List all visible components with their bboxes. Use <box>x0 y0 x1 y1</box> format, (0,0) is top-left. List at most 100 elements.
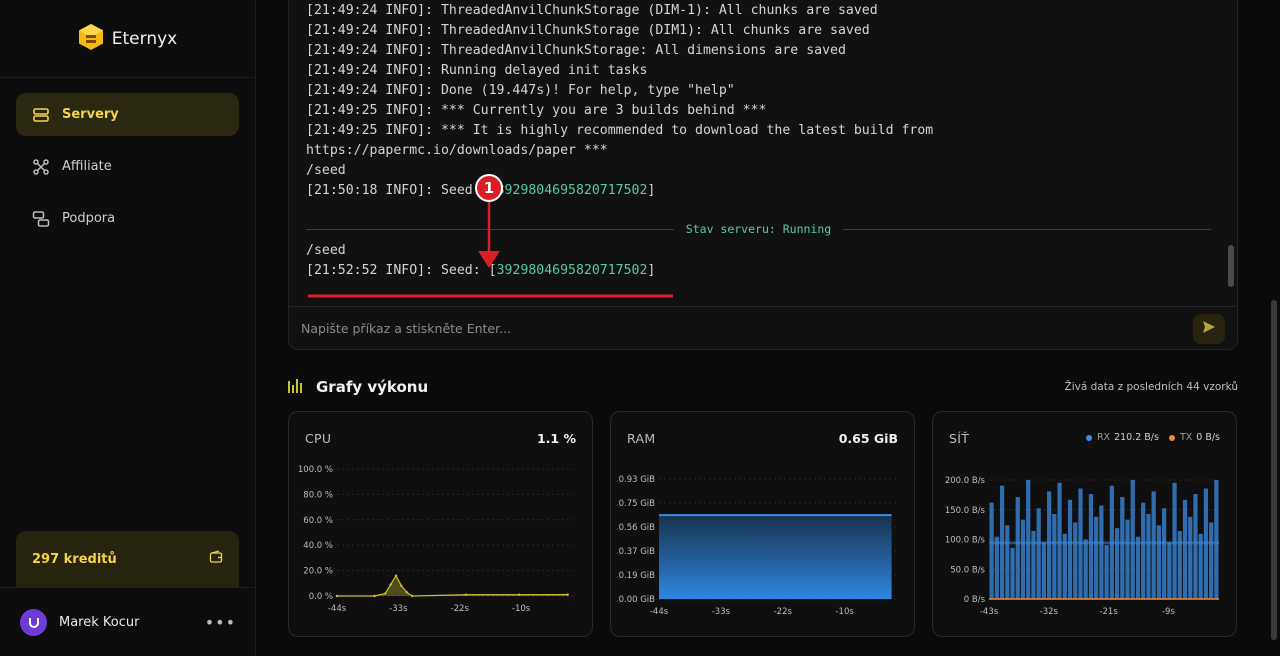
console-line-text: [21:49:24 INFO]: Done (19.447s)! For hel… <box>306 83 735 98</box>
sidebar-item-servery[interactable]: Servery <box>16 93 239 136</box>
rx-bar <box>1031 531 1036 599</box>
rx-bar <box>1162 508 1167 599</box>
net-xtick-label: -32s <box>1040 607 1059 617</box>
rx-bar <box>1135 536 1141 599</box>
cpu-ytick-label: 80.0 % <box>303 490 333 500</box>
sidebar: Eternyx Servery Affiliate Podpora 297 kr… <box>0 0 256 656</box>
console-line-text: /seed <box>306 243 346 258</box>
network-icon <box>32 158 50 176</box>
rx-bar <box>1141 502 1146 599</box>
console-line-text: [21:50:18 INFO]: Seed: [ <box>306 183 497 198</box>
console-line: [21:49:24 INFO]: Running delayed init ta… <box>306 61 1206 81</box>
app-name: Eternyx <box>111 28 178 49</box>
ram-ytick-label: 0.00 GiB <box>619 595 656 605</box>
console-line-text: /seed <box>306 163 346 178</box>
console-scrollbar[interactable] <box>1228 5 1234 301</box>
rx-bar <box>1057 482 1062 599</box>
rx-bar <box>1214 480 1219 599</box>
ram-card: RAM 0.65 GiB 0.93 GiB 0.75 GiB 0.56 GiB 0.3… <box>610 411 915 637</box>
rx-bar <box>1005 525 1010 599</box>
rx-bar <box>1167 542 1172 599</box>
cpu-point <box>410 594 414 598</box>
rx-bar <box>1120 497 1125 599</box>
cpu-point <box>400 584 403 588</box>
server-status: Stav serveru: Running <box>685 222 832 236</box>
rx-bar <box>1104 545 1109 599</box>
credits-label: 297 kreditů <box>32 551 117 567</box>
cpu-card: CPU 1.1 % 100.0 % 80.0 % 60.0 % 40.0 % 20.0 … <box>288 411 593 637</box>
rx-bar <box>1015 497 1020 599</box>
rx-bar <box>1172 482 1177 599</box>
page-scrollbar[interactable] <box>1268 0 1280 656</box>
send-icon <box>1202 319 1216 338</box>
cpu-point <box>394 574 398 577</box>
rx-bar <box>1099 505 1104 599</box>
sidebar-item-podpora[interactable]: Podpora <box>16 197 239 240</box>
rx-bar <box>1193 494 1198 599</box>
rx-bar <box>1156 525 1161 599</box>
sidebar-item-affiliate[interactable]: Affiliate <box>16 145 239 188</box>
rx-bar <box>994 536 999 599</box>
send-command-button[interactable] <box>1193 313 1225 344</box>
ram-ytick-label: 0.56 GiB <box>619 523 656 533</box>
ram-xtick-label: -22s <box>774 607 793 617</box>
net-ytick-label: 0 B/s <box>964 595 986 605</box>
rx-bar <box>1209 522 1214 599</box>
user-bar: Marek Kocur ••• <box>0 587 256 656</box>
server-console: [21:49:24 INFO]: ThreadedAnvilChunkStora… <box>288 0 1238 350</box>
sidebar-item-label: Affiliate <box>62 159 112 174</box>
rx-bar <box>1114 528 1120 599</box>
ram-area <box>659 515 892 599</box>
sidebar-item-label: Servery <box>62 107 119 122</box>
console-input-row <box>289 306 1237 350</box>
cpu-xtick-label: -22s <box>451 604 470 614</box>
cpu-point <box>384 592 387 595</box>
seed-value: 3929804695820717502 <box>496 183 648 198</box>
net-xtick-label: -9s <box>1162 607 1175 617</box>
rx-bar <box>1083 539 1088 599</box>
server-status-divider: Stav serveru: Running <box>306 221 1211 237</box>
console-line: [21:49:24 INFO]: Done (19.447s)! For hel… <box>306 81 1206 101</box>
console-line: [21:49:25 INFO]: *** It is highly recomm… <box>306 121 1206 141</box>
ram-chart: 0.93 GiB 0.75 GiB 0.56 GiB 0.37 GiB 0.19 GiB… <box>619 475 897 617</box>
net-ytick-label: 100.0 B/s <box>945 536 986 546</box>
console-line-text: [21:49:24 INFO]: ThreadedAnvilChunkStora… <box>306 23 870 38</box>
network-card: SÍŤ RX 210.2 B/s TX 0 B/s 200.0 B/s 150.0 B… <box>932 411 1237 637</box>
more-options-icon[interactable]: ••• <box>205 613 236 632</box>
console-line: [21:52:52 INFO]: Seed: [3929804695820717… <box>306 261 1206 281</box>
console-line: [21:49:24 INFO]: ThreadedAnvilChunkStora… <box>306 21 1206 41</box>
console-line-text: [21:49:24 INFO]: ThreadedAnvilChunkStora… <box>306 3 878 18</box>
console-line-text: [21:49:24 INFO]: ThreadedAnvilChunkStora… <box>306 43 846 58</box>
sidebar-nav: Servery Affiliate Podpora <box>0 78 255 240</box>
console-scroll-thumb[interactable] <box>1228 245 1234 287</box>
performance-header: Grafy výkonu Živá data z posledních 44 v… <box>288 376 1238 398</box>
main-content: [21:49:24 INFO]: ThreadedAnvilChunkStora… <box>256 0 1268 656</box>
ram-ytick-label: 0.37 GiB <box>619 547 656 557</box>
credits-box[interactable]: 297 kreditů <box>16 531 239 587</box>
rx-bar <box>1036 508 1041 599</box>
console-line: /seed <box>306 241 1206 261</box>
cpu-point <box>464 593 467 596</box>
cpu-xtick-label: -10s <box>512 604 531 614</box>
cpu-xtick-label: -33s <box>389 604 408 614</box>
rx-band <box>989 541 1219 545</box>
console-line: [21:49:25 INFO]: *** Currently you are 3… <box>306 101 1206 121</box>
console-line: [21:49:24 INFO]: ThreadedAnvilChunkStora… <box>306 41 1206 61</box>
user-name: Marek Kocur <box>59 614 140 630</box>
annotation-badge: 1 <box>475 174 503 202</box>
avatar[interactable] <box>20 608 47 636</box>
rx-bar <box>1020 519 1026 599</box>
wallet-icon[interactable] <box>209 550 223 568</box>
console-line-text: [21:52:52 INFO]: Seed: [ <box>306 263 497 278</box>
rx-bar <box>989 502 994 599</box>
brand[interactable]: Eternyx <box>0 0 255 78</box>
console-command-input[interactable] <box>301 321 1193 336</box>
console-line-text: [21:49:25 INFO]: *** Currently you are 3… <box>306 103 767 118</box>
sidebar-item-label: Podpora <box>62 211 116 226</box>
chat-icon <box>32 210 50 228</box>
page-scroll-thumb[interactable] <box>1271 300 1277 640</box>
rx-bar <box>1130 480 1135 599</box>
cpu-ytick-label: 40.0 % <box>303 541 333 551</box>
console-output: [21:49:24 INFO]: ThreadedAnvilChunkStora… <box>306 0 1206 201</box>
rx-bar <box>1026 480 1031 599</box>
